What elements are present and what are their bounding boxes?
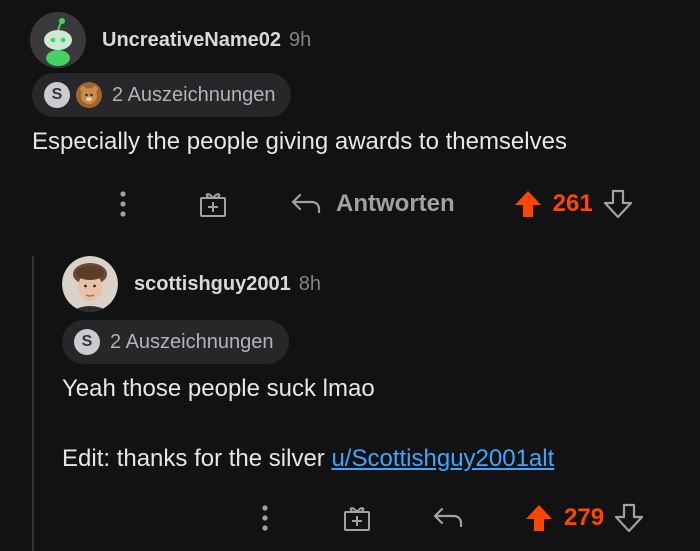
upvote-icon[interactable]	[513, 189, 543, 219]
snoo-avatar-icon[interactable]	[30, 12, 86, 68]
comment-header: UncreativeName02 9h	[30, 12, 311, 68]
upvote-icon[interactable]	[524, 503, 554, 533]
username[interactable]: scottishguy2001	[134, 273, 291, 296]
edit-text: Edit: thanks for the silver	[62, 445, 332, 472]
comment-actions: Antworten 261	[108, 184, 633, 224]
username[interactable]: UncreativeName02	[102, 29, 281, 52]
comment-body-line-1: Yeah those people suck lmao	[62, 375, 375, 402]
awards-count: 2 Auszeichnungen	[112, 83, 276, 106]
gift-icon[interactable]	[342, 503, 372, 533]
timestamp: 9h	[289, 28, 312, 51]
awards-pill[interactable]: S 2 Auszeichnungen	[62, 320, 290, 364]
awards-count: 2 Auszeichnungen	[110, 330, 274, 353]
more-options-icon[interactable]	[250, 504, 280, 532]
awards-pill[interactable]: S 2 Auszeichnungen	[32, 73, 292, 117]
comment-actions: 279	[250, 498, 644, 538]
downvote-icon[interactable]	[603, 189, 633, 219]
comment-body: Especially the people giving awards to t…	[32, 128, 567, 155]
comment-header: scottishguy2001 8h	[62, 256, 321, 312]
downvote-icon[interactable]	[614, 503, 644, 533]
more-options-icon[interactable]	[108, 190, 138, 218]
score: 279	[564, 504, 605, 531]
reply-button[interactable]: Antworten	[336, 190, 455, 218]
score: 261	[552, 190, 593, 217]
silver-award-icon: S	[44, 82, 70, 108]
comment-body-line-2: Edit: thanks for the silver u/Scottishgu…	[62, 445, 554, 474]
reply-icon[interactable]	[290, 192, 322, 216]
bear-award-icon	[76, 82, 102, 108]
timestamp: 8h	[298, 272, 321, 295]
silver-award-icon: S	[74, 329, 100, 355]
user-photo-avatar[interactable]	[62, 256, 118, 312]
thread-line[interactable]	[32, 256, 34, 551]
user-link[interactable]: u/Scottishguy2001alt	[331, 445, 554, 472]
gift-icon[interactable]	[198, 189, 228, 219]
reply-icon[interactable]	[432, 506, 464, 530]
